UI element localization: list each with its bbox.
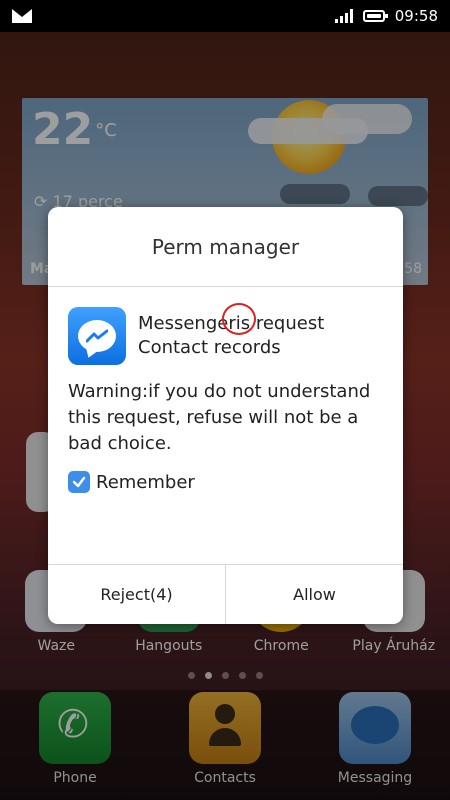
dialog-buttons: Reject(4) Allow	[48, 564, 403, 624]
remember-label: Remember	[96, 471, 195, 493]
request-permission: Contact records	[138, 337, 281, 358]
bolt-icon	[86, 329, 108, 343]
status-icons: 09:58	[334, 7, 438, 25]
allow-button[interactable]: Allow	[225, 565, 403, 624]
warning-text: Warning:if you do not understand this re…	[68, 381, 371, 454]
remember-option[interactable]: Remember	[68, 471, 383, 493]
check-icon	[72, 476, 86, 488]
reject-button[interactable]: Reject(4)	[48, 565, 225, 624]
mail-icon	[12, 9, 32, 23]
status-time: 09:58	[394, 7, 438, 25]
permission-dialog: Perm manager Messengeris request Contact…	[48, 207, 403, 624]
battery-icon	[362, 10, 388, 22]
messenger-icon	[68, 307, 126, 365]
dialog-title: Perm manager	[48, 207, 403, 287]
remember-checkbox[interactable]	[68, 471, 90, 493]
signal-icon	[334, 9, 353, 23]
highlight-circle	[222, 303, 256, 335]
status-bar: 09:58	[0, 0, 450, 32]
